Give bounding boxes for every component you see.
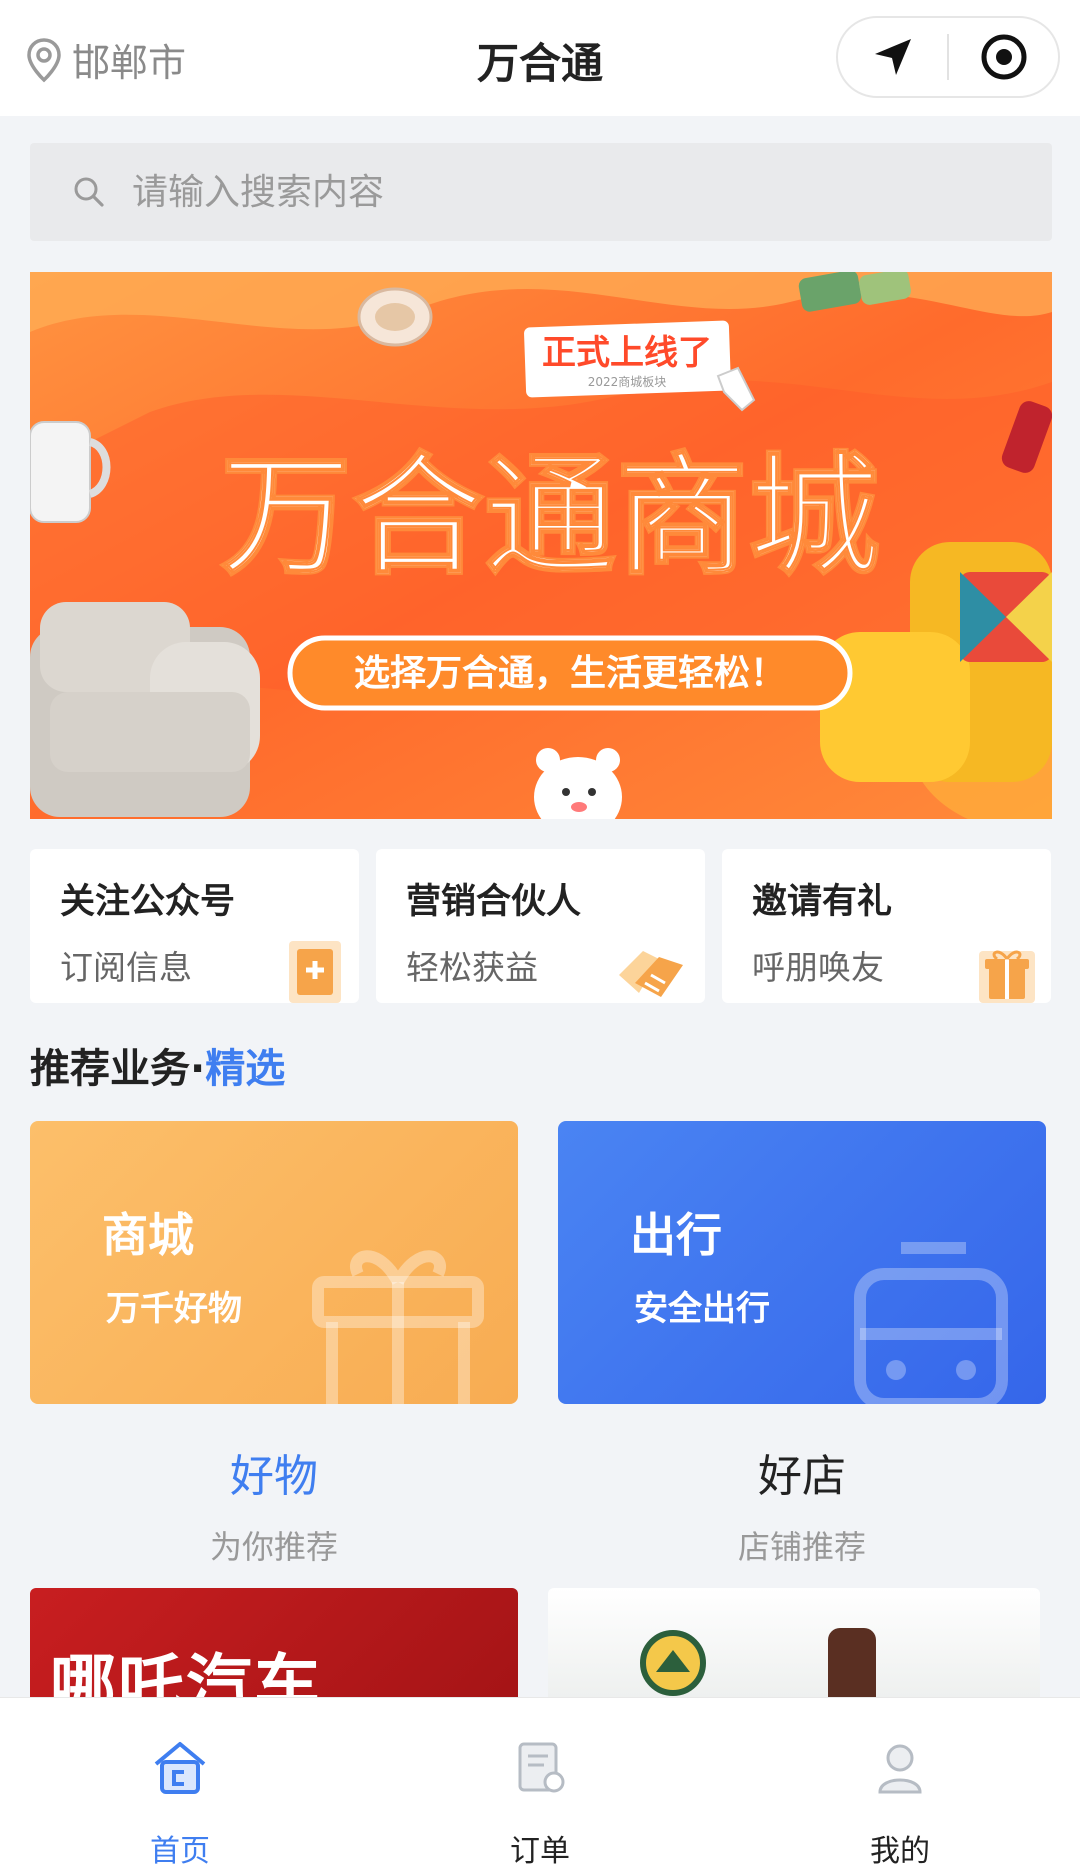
tab-profile[interactable]: 我的 bbox=[720, 1698, 1080, 1868]
target-circle-icon bbox=[981, 34, 1026, 80]
quick-link-subscribe[interactable]: 关注公众号 订阅信息 bbox=[30, 849, 359, 1003]
banner-slogan: 选择万合通，生活更轻松！ bbox=[354, 653, 786, 694]
card-title: 出行 bbox=[630, 1208, 722, 1262]
banner-title: 万合通商城 bbox=[220, 440, 880, 594]
mall-card[interactable]: 商城 万千好物 bbox=[30, 1121, 518, 1404]
bookmark-icon bbox=[289, 941, 341, 1003]
bus-icon bbox=[854, 1242, 1008, 1404]
product-card-shop[interactable] bbox=[548, 1588, 1040, 1698]
promo-banner[interactable]: 正式上线了 2022商城板块 万合通商城 选择万合通，生活更轻松！ bbox=[30, 272, 1052, 819]
card-title: 商城 bbox=[102, 1208, 194, 1262]
launch-tag-subtext: 2022商城板块 bbox=[588, 374, 667, 389]
order-document-icon bbox=[518, 1742, 565, 1793]
quick-link-subtitle: 轻松获益 bbox=[406, 948, 538, 987]
user-icon bbox=[878, 1744, 922, 1794]
tab-label: 我的 bbox=[870, 1834, 930, 1868]
good-shops-subtitle: 店铺推荐 bbox=[737, 1528, 866, 1566]
search-icon bbox=[74, 177, 104, 207]
navigate-button[interactable] bbox=[838, 18, 947, 96]
quick-link-title: 关注公众号 bbox=[60, 882, 236, 922]
card-subtitle: 万千好物 bbox=[106, 1289, 242, 1329]
shop-logo-icon bbox=[640, 1630, 706, 1696]
card-subtitle: 安全出行 bbox=[634, 1289, 770, 1329]
quick-link-partner[interactable]: 营销合伙人 轻松获益 bbox=[376, 849, 705, 1003]
launch-tag-text: 正式上线了 bbox=[542, 333, 712, 373]
product-bottle-image bbox=[828, 1628, 876, 1698]
top-bar: 邯郸市 万合通 bbox=[0, 0, 1080, 116]
search-input[interactable] bbox=[132, 171, 952, 213]
cosmetic-compact-icon bbox=[357, 287, 433, 347]
tab-home[interactable]: 首页 bbox=[0, 1698, 360, 1868]
search-bar[interactable] bbox=[30, 143, 1052, 241]
tab-orders[interactable]: 订单 bbox=[360, 1698, 720, 1868]
product-card-car[interactable]: 哪吒汽车 bbox=[30, 1588, 518, 1698]
good-shops-section[interactable]: 好店 店铺推荐 bbox=[558, 1440, 1046, 1568]
close-program-button[interactable] bbox=[949, 18, 1058, 96]
good-shops-title: 好店 bbox=[758, 1451, 846, 1502]
good-products-title: 好物 bbox=[230, 1451, 318, 1502]
recommend-highlight: 精选 bbox=[205, 1046, 286, 1092]
bottom-tab-bar: 首页 订单 我的 bbox=[0, 1697, 1080, 1868]
sofa-image bbox=[30, 602, 260, 817]
travel-card[interactable]: 出行 安全出行 bbox=[558, 1121, 1046, 1404]
good-products-section[interactable]: 好物 为你推荐 bbox=[30, 1440, 518, 1568]
banner-artwork: 正式上线了 2022商城板块 万合通商城 选择万合通，生活更轻松！ bbox=[30, 272, 1052, 819]
recommend-title: 推荐业务· bbox=[30, 1046, 206, 1092]
quick-link-subtitle: 呼朋唤友 bbox=[752, 948, 884, 987]
tab-label: 首页 bbox=[150, 1834, 210, 1868]
handshake-icon bbox=[619, 951, 683, 997]
mini-program-capsule bbox=[836, 16, 1060, 98]
quick-link-title: 邀请有礼 bbox=[752, 882, 893, 922]
quick-link-subtitle: 订阅信息 bbox=[60, 948, 192, 987]
product-card-text: 哪吒汽车 bbox=[50, 1647, 322, 1698]
tab-label: 订单 bbox=[510, 1834, 570, 1868]
recommend-section-title: 推荐业务·精选 bbox=[30, 1036, 285, 1094]
home-icon bbox=[154, 1742, 206, 1794]
bear-mascot-image bbox=[534, 748, 622, 819]
good-products-subtitle: 为你推荐 bbox=[209, 1528, 338, 1566]
quick-link-invite[interactable]: 邀请有礼 呼朋唤友 bbox=[722, 849, 1051, 1003]
gift-icon bbox=[979, 950, 1035, 1003]
navigation-arrow-icon bbox=[874, 39, 911, 75]
gift-box-icon bbox=[312, 1250, 484, 1404]
quick-link-title: 营销合伙人 bbox=[406, 882, 582, 922]
